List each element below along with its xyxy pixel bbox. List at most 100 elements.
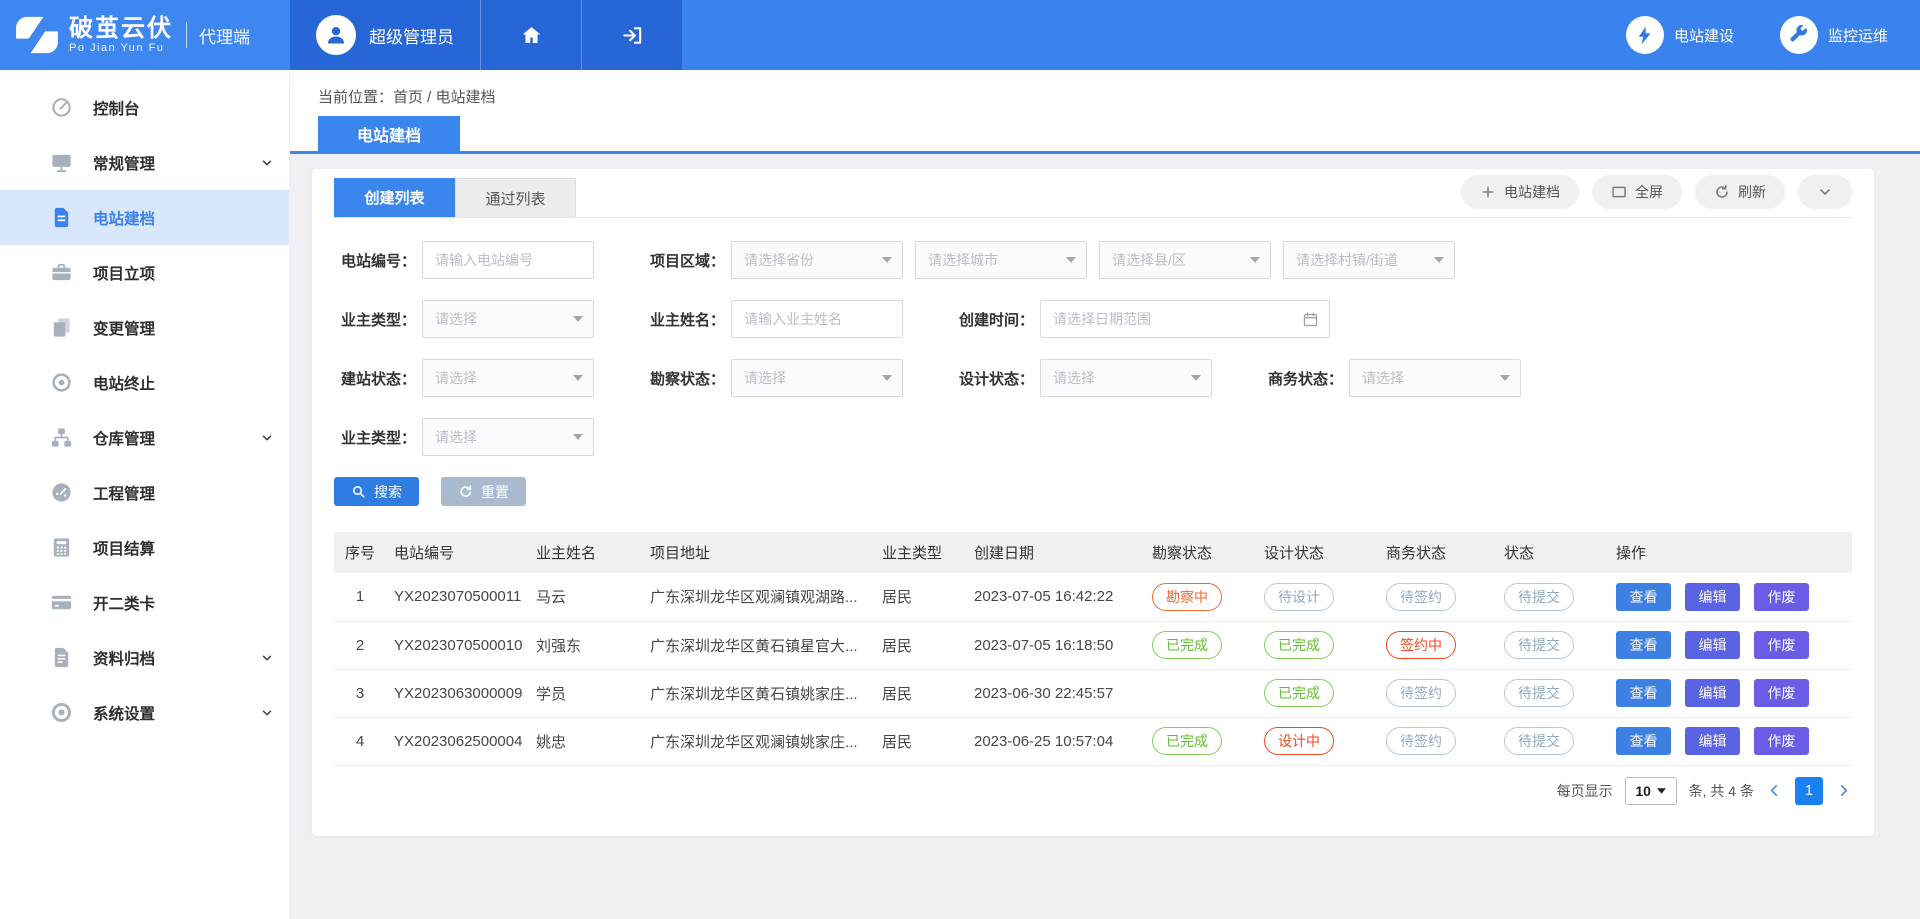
caret-down-icon [882,375,892,381]
filter-label: 商务状态： [1261,368,1343,389]
user-avatar-icon [316,15,356,55]
sidebar-item-station-termination[interactable]: 电站终止 [0,355,289,410]
chevron-right-icon [1835,782,1852,799]
cell-design-status: 待设计 [1256,573,1378,621]
column-header-created: 创建日期 [966,532,1144,573]
edit-button[interactable]: 编辑 [1685,631,1740,659]
filter-build-status: 建站状态：请选择 [334,359,594,397]
cell-code: YX2023070500010 [386,621,528,669]
view-button[interactable]: 查看 [1616,727,1671,755]
sidebar-item-engineering-management[interactable]: 工程管理 [0,465,289,520]
owner-name-input[interactable] [732,311,902,327]
chevron-down-icon [260,651,274,665]
cell-status: 待提交 [1496,717,1608,765]
station-table: 序号电站编号业主姓名项目地址业主类型创建日期勘察状态设计状态商务状态状态操作 1… [334,532,1852,766]
cell-owner: 学员 [528,669,642,717]
project-region-2-select[interactable]: 请选择县/区 [1099,241,1271,279]
void-button[interactable]: 作废 [1754,631,1809,659]
sidebar-item-general-management[interactable]: 常规管理 [0,135,289,190]
page-tab-underline [290,151,1920,154]
project-region-0-select[interactable]: 请选择省份 [731,241,903,279]
edit-button[interactable]: 编辑 [1685,583,1740,611]
status-tag: 待提交 [1504,727,1574,755]
filter-owner-type: 业主类型：请选择 [334,300,594,338]
fullscreen-button[interactable]: 全屏 [1592,175,1682,209]
project-region-3-select[interactable]: 请选择村镇/街道 [1283,241,1455,279]
sidebar-item-label: 项目立项 [93,262,155,284]
sidebar-item-data-archive[interactable]: 资料归档 [0,630,289,685]
owner-type-select[interactable]: 请选择 [422,300,594,338]
sidebar-item-console[interactable]: 控制台 [0,80,289,135]
status-tag: 勘察中 [1152,583,1222,611]
home-icon [520,24,543,47]
user-menu[interactable]: 超级管理员 [290,0,480,70]
home-button[interactable] [480,0,581,70]
cell-actions: 查看编辑作废 [1608,717,1852,765]
survey-status-select[interactable]: 请选择 [731,359,903,397]
design-status-select[interactable]: 请选择 [1040,359,1212,397]
station-code-input[interactable] [423,252,593,268]
per-page-select[interactable]: 10 [1625,777,1677,805]
reset-button[interactable]: 重置 [441,477,526,506]
void-button[interactable]: 作废 [1754,583,1809,611]
sidebar-item-system-settings[interactable]: 系统设置 [0,685,289,740]
tab-create-list[interactable]: 创建列表 [334,178,455,217]
column-header-code: 电站编号 [386,532,528,573]
caret-down-icon [1250,257,1260,263]
create-station-button[interactable]: 电站建档 [1461,175,1579,209]
edit-button[interactable]: 编辑 [1685,679,1740,707]
sidebar-item-project-settlement[interactable]: 项目结算 [0,520,289,575]
tab-passed-list[interactable]: 通过列表 [455,178,576,217]
status-tag: 待提交 [1504,631,1574,659]
business-status-select[interactable]: 请选择 [1349,359,1521,397]
cell-created: 2023-06-25 10:57:04 [966,717,1144,765]
current-page[interactable]: 1 [1795,777,1823,805]
collapse-button[interactable] [1798,175,1852,209]
view-button[interactable]: 查看 [1616,679,1671,707]
cell-business-status: 待签约 [1378,717,1496,765]
sidebar-item-warehouse-management[interactable]: 仓库管理 [0,410,289,465]
owner-type-2-select[interactable]: 请选择 [422,418,594,456]
prev-page-button[interactable] [1766,782,1783,799]
nav-monitor-ops[interactable]: 监控运维 [1780,16,1888,54]
void-button[interactable]: 作废 [1754,727,1809,755]
signin-button[interactable] [581,0,682,70]
user-name: 超级管理员 [369,23,454,48]
sidebar-item-change-management[interactable]: 变更管理 [0,300,289,355]
cell-code: YX2023070500011 [386,573,528,621]
filter-business-status: 商务状态： 请选择 [1261,359,1521,397]
fullscreen-icon [1611,184,1627,200]
briefcase-icon [50,261,73,284]
view-button[interactable]: 查看 [1616,631,1671,659]
refresh-button[interactable]: 刷新 [1695,175,1785,209]
page-tab-station-archive[interactable]: 电站建档 [318,116,460,151]
search-button[interactable]: 搜索 [334,477,419,506]
build-status-select[interactable]: 请选择 [422,359,594,397]
status-tag: 已完成 [1152,631,1222,659]
chevron-down-icon [260,156,274,170]
cell-business-status: 待签约 [1378,573,1496,621]
edit-button[interactable]: 编辑 [1685,727,1740,755]
breadcrumb-path[interactable]: 首页 / 电站建档 [393,89,496,106]
per-page-label: 每页显示 [1557,781,1613,801]
create-time-input[interactable] [1041,311,1329,327]
filter-row: 业主类型：请选择 [334,418,1852,456]
filter-design-status: 设计状态：请选择 [952,359,1212,397]
filter-station-code: 电站编号： [334,241,594,279]
status-tag: 已完成 [1264,631,1334,659]
sidebar-item-second-class-card[interactable]: 开二类卡 [0,575,289,630]
sidebar-item-label: 控制台 [93,97,140,119]
status-tag: 待签约 [1386,583,1456,611]
filter-label: 勘察状态： [643,368,725,389]
next-page-button[interactable] [1835,782,1852,799]
project-region-1-select[interactable]: 请选择城市 [915,241,1087,279]
cell-address: 广东深圳龙华区观澜镇姚家庄... [642,717,874,765]
view-button[interactable]: 查看 [1616,583,1671,611]
sidebar-item-label: 常规管理 [93,152,155,174]
nav-station-build[interactable]: 电站建设 [1626,16,1734,54]
sidebar-item-station-archive[interactable]: 电站建档 [0,190,289,245]
cell-business-status: 待签约 [1378,669,1496,717]
void-button[interactable]: 作废 [1754,679,1809,707]
nav-station-build-label: 电站建设 [1674,25,1734,46]
sidebar-item-project-initiation[interactable]: 项目立项 [0,245,289,300]
